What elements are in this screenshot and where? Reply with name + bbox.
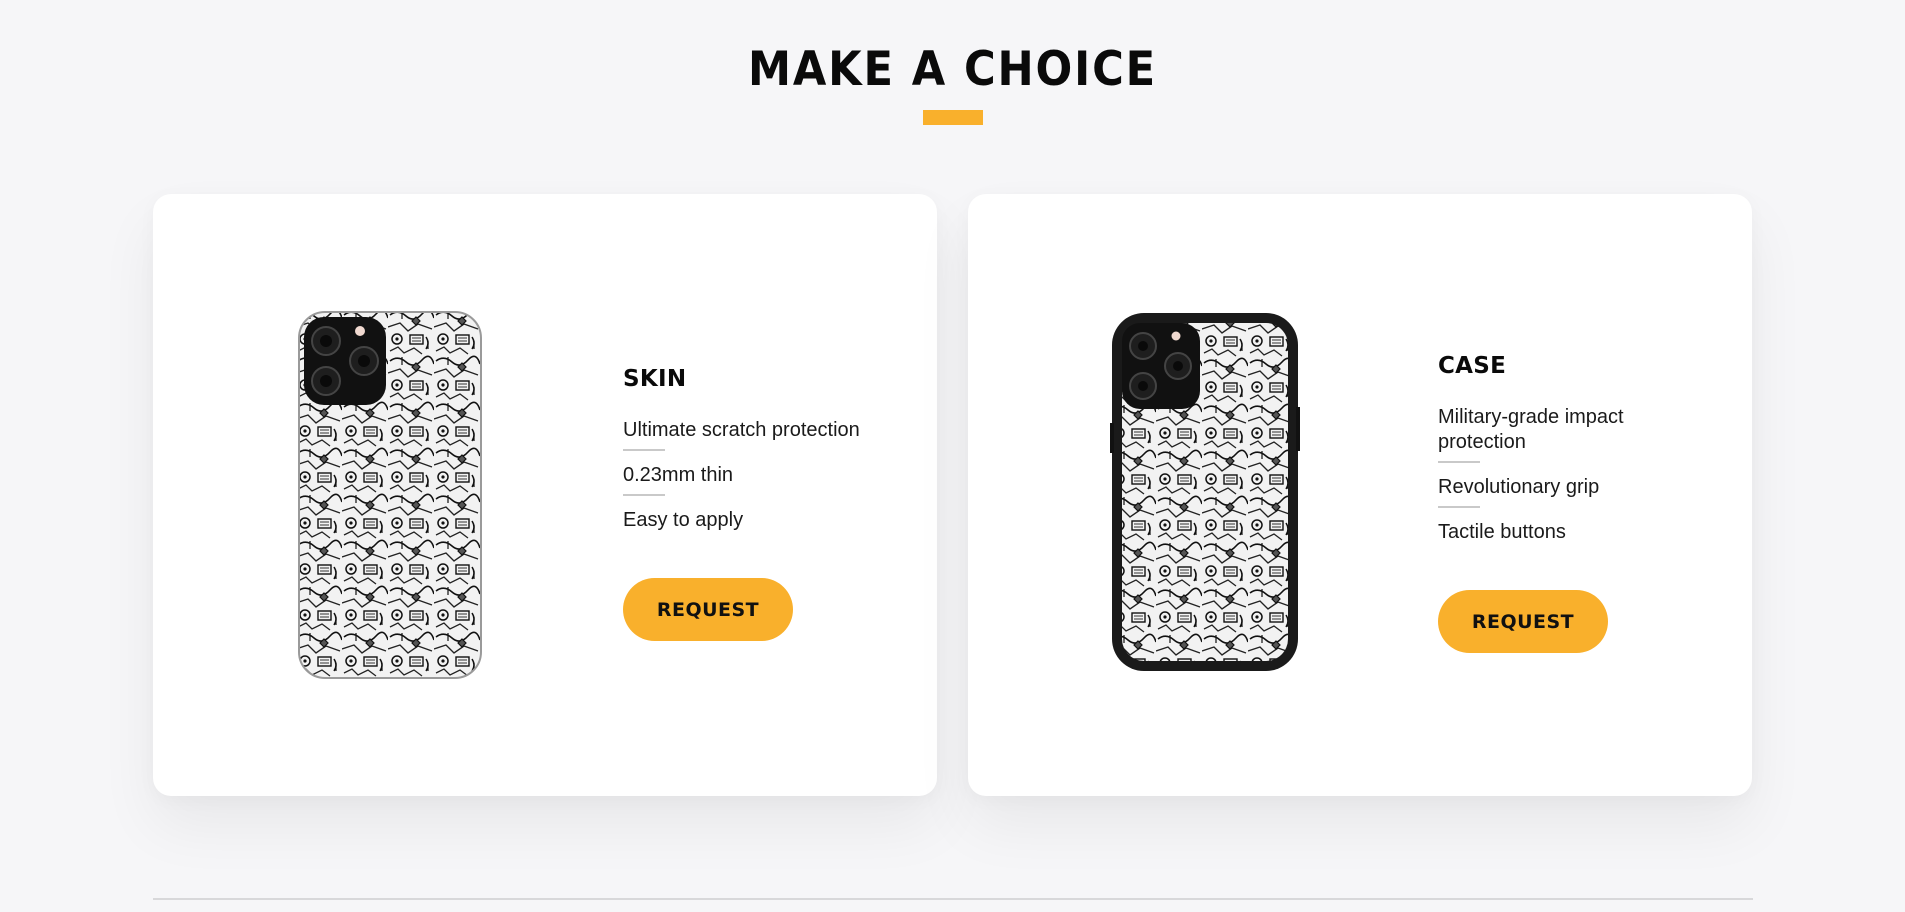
- feature-item: Tactile buttons: [1438, 521, 1566, 543]
- skin-phone-image: [296, 309, 484, 681]
- case-feature-list: Military-grade impact protection Revolut…: [1438, 405, 1688, 545]
- skin-title: SKIN: [623, 366, 687, 392]
- skin-info: SKIN Ultimate scratch protection 0.23mm …: [623, 366, 893, 641]
- skin-request-button[interactable]: REQUEST: [623, 578, 793, 641]
- title-accent-bar: [923, 110, 983, 125]
- case-title: CASE: [1438, 353, 1507, 379]
- feature-item: Military-grade impact protection: [1438, 405, 1688, 463]
- case-request-button[interactable]: REQUEST: [1438, 590, 1608, 653]
- feature-item: Easy to apply: [623, 509, 744, 531]
- section-divider: [153, 898, 1753, 900]
- case-phone-image: [1110, 311, 1300, 673]
- case-card: CASE Military-grade impact protection Re…: [968, 194, 1752, 796]
- skin-card: SKIN Ultimate scratch protection 0.23mm …: [153, 194, 937, 796]
- choice-section: MAKE A CHOICE SKIN Ultimate scratch prot…: [0, 0, 1905, 912]
- section-title: MAKE A CHOICE: [747, 42, 1158, 97]
- feature-item: 0.23mm thin: [623, 463, 893, 496]
- skin-feature-list: Ultimate scratch protection 0.23mm thin …: [623, 418, 893, 533]
- feature-item: Ultimate scratch protection: [623, 418, 893, 451]
- case-info: CASE Military-grade impact protection Re…: [1438, 353, 1688, 653]
- feature-item: Revolutionary grip: [1438, 475, 1688, 508]
